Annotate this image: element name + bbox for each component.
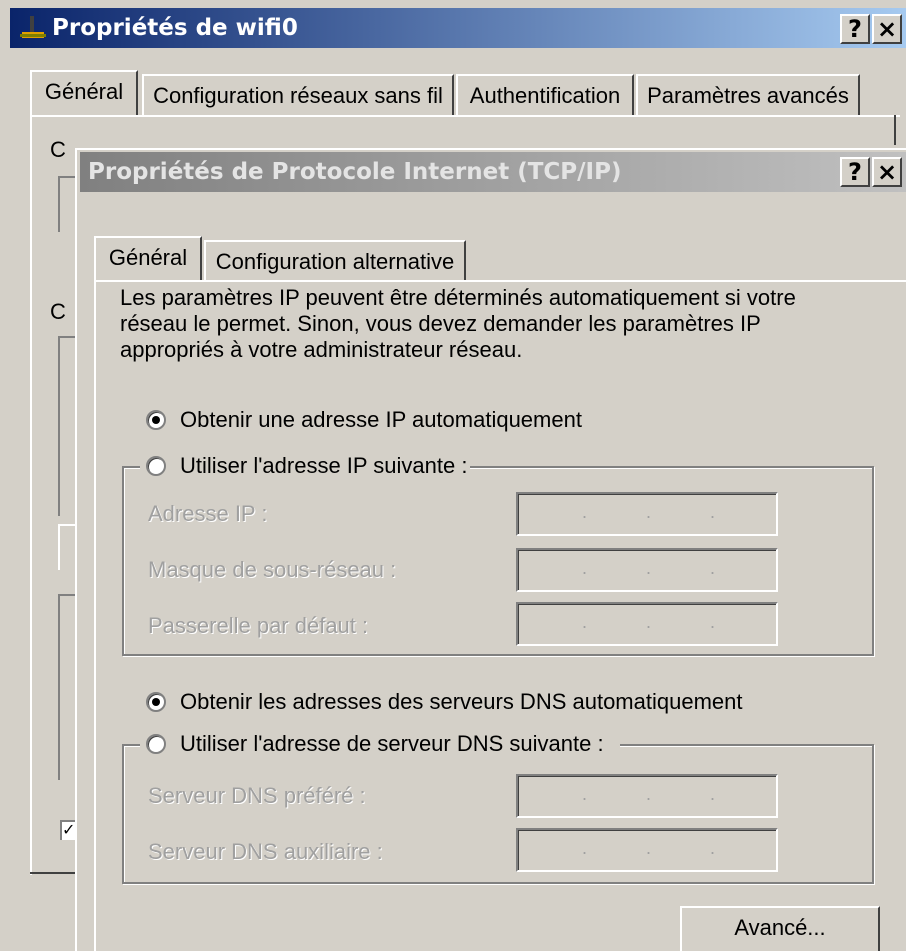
- dialog-tab-alternative-config[interactable]: Configuration alternative: [204, 240, 466, 280]
- advanced-button[interactable]: Avancé...: [680, 906, 880, 951]
- ip-auto-label[interactable]: Obtenir une adresse IP automatiquement: [180, 406, 582, 434]
- preferred-dns-label: Serveur DNS préféré :: [148, 783, 366, 808]
- outer-close-button[interactable]: ×: [872, 14, 902, 44]
- outer-tab-panel-left-border: [30, 115, 32, 875]
- network-icon: [18, 14, 48, 42]
- outer-tab-general[interactable]: Général: [30, 70, 138, 116]
- default-gateway-field[interactable]: ...: [516, 602, 778, 646]
- default-gateway-label: Passerelle par défaut :: [148, 613, 369, 638]
- dialog-description-line-2: réseau le permet. Sinon, vous devez dema…: [120, 311, 761, 336]
- ip-address-label: Adresse IP :: [148, 501, 268, 526]
- dialog-description-line-3: appropriés à votre administrateur réseau…: [120, 337, 523, 362]
- outer-tab-advanced-settings[interactable]: Paramètres avancés: [636, 74, 860, 116]
- subnet-mask-field[interactable]: ...: [516, 548, 778, 592]
- ip-address-field[interactable]: ...: [516, 492, 778, 536]
- outer-tab-authentication[interactable]: Authentification: [456, 74, 634, 116]
- dialog-title: Propriétés de Protocole Internet (TCP/IP…: [88, 159, 622, 185]
- preferred-dns-field[interactable]: ...: [516, 774, 778, 818]
- dialog-description-line-1: Les paramètres IP peuvent être déterminé…: [120, 285, 796, 310]
- dialog-tab-general[interactable]: Général: [94, 236, 202, 282]
- ip-manual-header: Utiliser l'adresse IP suivante :: [140, 452, 470, 482]
- ip-manual-label[interactable]: Utiliser l'adresse IP suivante :: [180, 452, 467, 480]
- outer-help-button[interactable]: ?: [840, 14, 870, 44]
- outer-partial-label-2: C: [50, 299, 66, 324]
- dns-auto-radio[interactable]: [146, 692, 166, 712]
- dns-manual-header: Utiliser l'adresse de serveur DNS suivan…: [140, 730, 620, 760]
- outer-tab-panel-border: [30, 115, 900, 117]
- dialog-help-button[interactable]: ?: [840, 157, 870, 187]
- outer-partial-label-1: C: [50, 137, 66, 162]
- dns-manual-radio[interactable]: [146, 734, 166, 754]
- outer-tab-panel-right-border: [894, 115, 896, 145]
- subnet-mask-label: Masque de sous-réseau :: [148, 557, 397, 582]
- dialog-tab-panel-left-border: [94, 280, 96, 951]
- alternate-dns-field[interactable]: ...: [516, 828, 778, 872]
- ip-manual-radio[interactable]: [146, 456, 166, 476]
- ip-auto-radio[interactable]: [146, 410, 166, 430]
- outer-tab-panel-bottom-border: [30, 872, 80, 874]
- dialog-close-button[interactable]: ×: [872, 157, 902, 187]
- outer-window-title: Propriétés de wifi0: [52, 15, 298, 41]
- dns-manual-label[interactable]: Utiliser l'adresse de serveur DNS suivan…: [180, 730, 604, 758]
- alternate-dns-label: Serveur DNS auxiliaire :: [148, 839, 383, 864]
- dns-auto-label[interactable]: Obtenir les adresses des serveurs DNS au…: [180, 688, 742, 716]
- outer-tab-wireless-config[interactable]: Configuration réseaux sans fil: [142, 74, 454, 116]
- dialog-tab-panel-top-border: [94, 280, 906, 282]
